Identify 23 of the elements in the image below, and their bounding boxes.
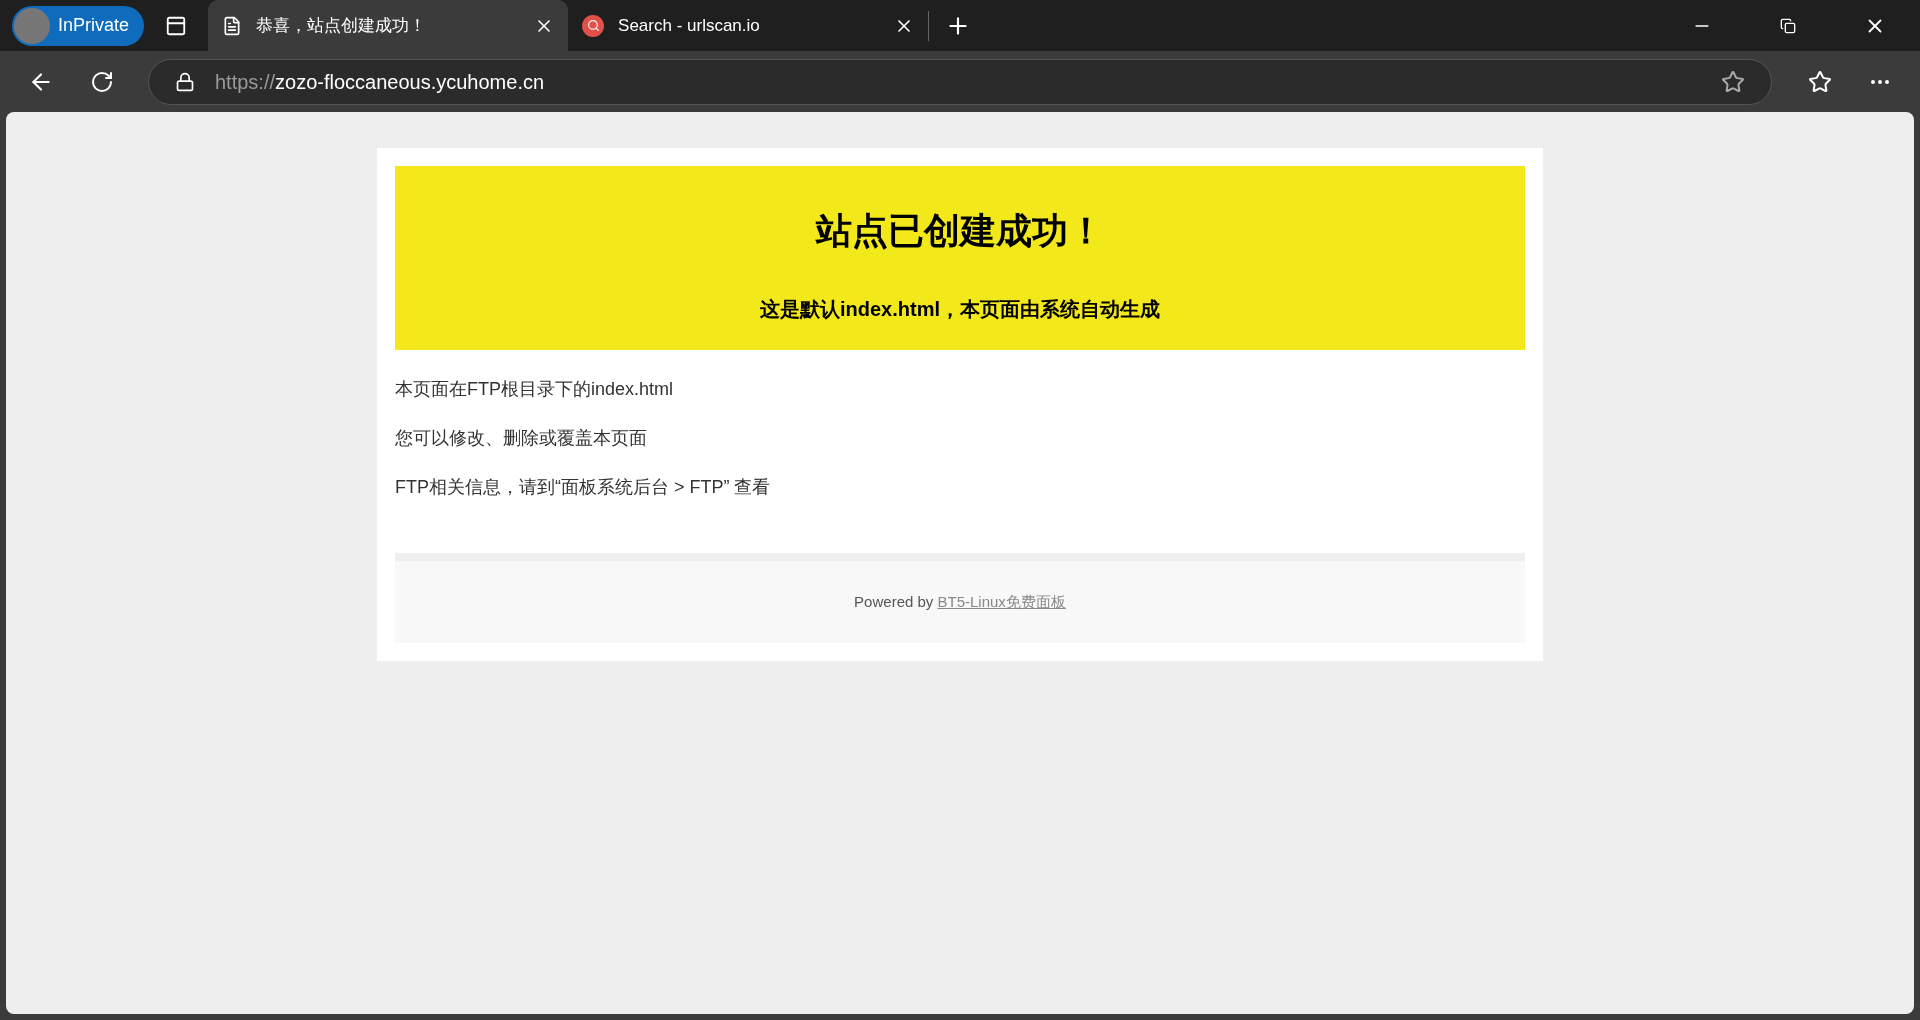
browser-tab[interactable]: Search - urlscan.io — [568, 0, 929, 51]
avatar-icon — [14, 7, 50, 44]
info-text: 您可以修改、删除或覆盖本页面 — [395, 427, 648, 450]
restore-icon[interactable] — [1780, 17, 1796, 34]
url-text: https://zozo-floccaneous.ycuhome.cn — [215, 69, 545, 95]
banner-subtitle: 这是默认index.html，本页面由系统自动生成 — [760, 297, 1160, 322]
lock-icon — [175, 71, 195, 92]
address-bar[interactable]: https://zozo-floccaneous.ycuhome.cn — [148, 58, 1772, 105]
tab-title: Search - urlscan.io — [618, 14, 761, 37]
banner-title: 站点已创建成功！ — [816, 209, 1104, 253]
tab-title: 恭喜，站点创建成功！ — [256, 14, 428, 37]
tab-actions-icon[interactable] — [165, 14, 188, 37]
search-logo-icon — [582, 14, 605, 37]
info-text: 本页面在FTP根目录下的index.html — [395, 378, 675, 401]
footer-text: Powered by BT5-Linux免费面板 — [854, 591, 1066, 612]
info-text: FTP相关信息，请到“面板系统后台 > FTP” 查看 — [395, 476, 772, 499]
favorite-star-icon[interactable] — [1721, 69, 1745, 94]
favorites-icon[interactable] — [1808, 69, 1832, 94]
refresh-icon[interactable] — [90, 69, 114, 94]
profile-button[interactable]: InPrivate — [12, 5, 145, 46]
page-icon — [222, 15, 243, 36]
browser-tab[interactable]: 恭喜，站点创建成功！ — [208, 0, 569, 51]
footer-link[interactable]: BT5-Linux免费面板 — [937, 592, 1066, 610]
